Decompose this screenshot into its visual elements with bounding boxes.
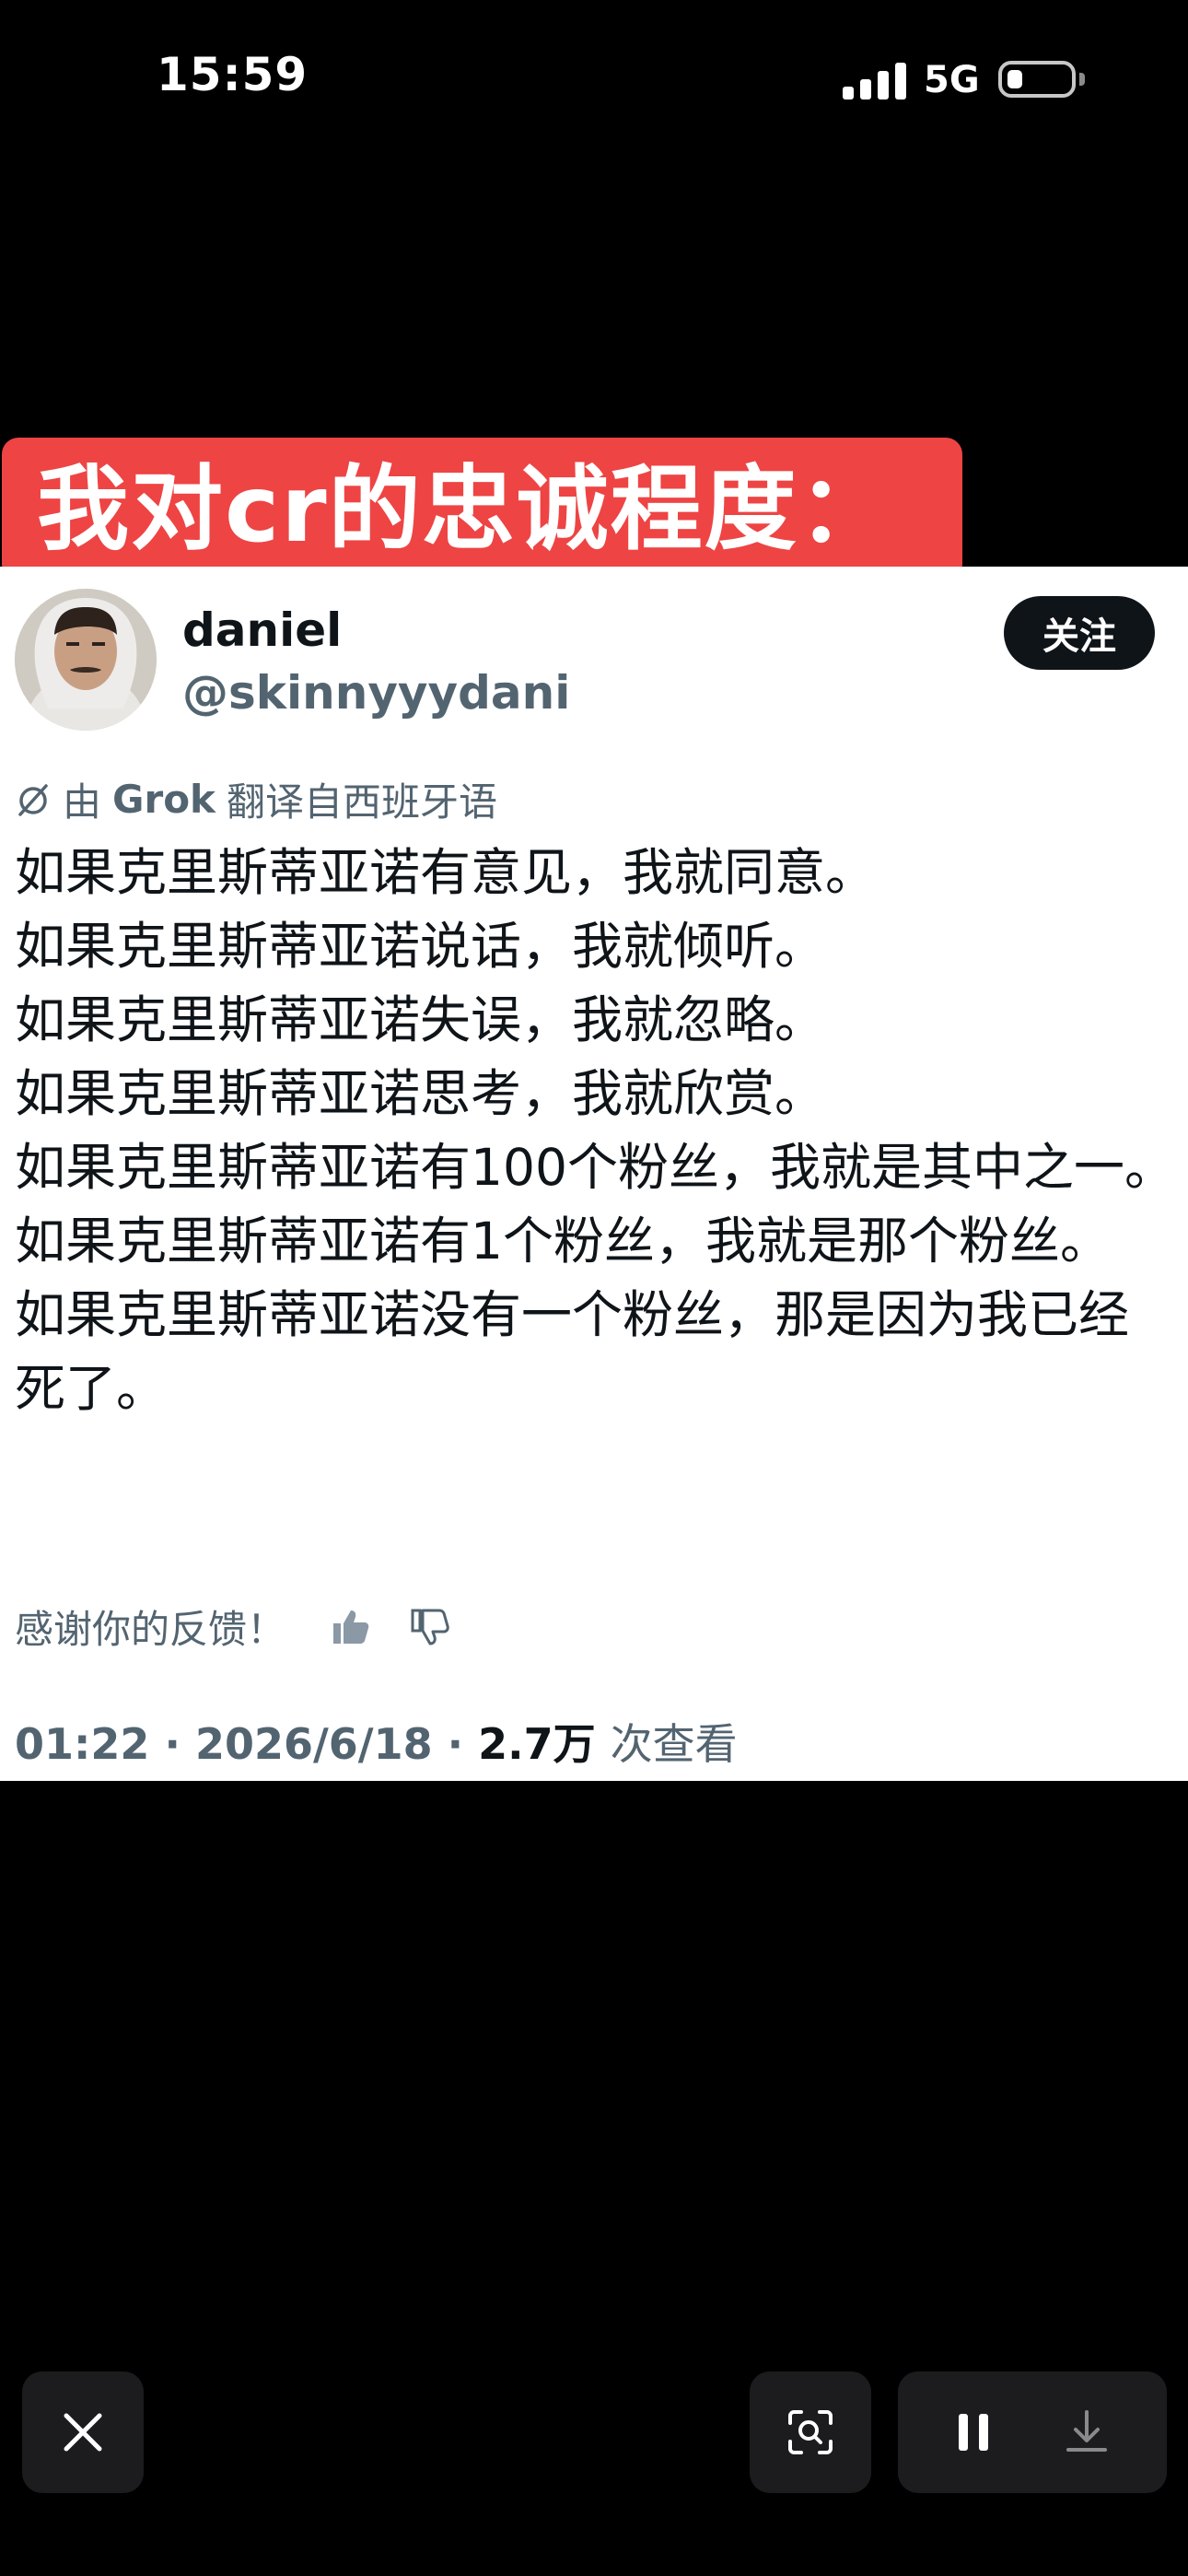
tweet-line: 如果克里斯蒂亚诺说话，我就倾听。 [15,917,826,976]
pause-icon[interactable] [955,2410,992,2454]
views-count: 2.7万 [478,1719,596,1769]
tweet-meta: 01:22 · 2026/6/18 · 2.7万 次查看 [15,1711,738,1772]
grok-icon [18,783,48,816]
tweet-line: 如果克里斯蒂亚诺有1个粉丝，我就是那个粉丝。 [15,1212,1111,1270]
status-time: 15:59 [157,48,309,101]
tweet-date[interactable]: 2026/6/18 [195,1719,433,1769]
tweet-line: 如果克里斯蒂亚诺思考，我就欣赏。 [15,1064,826,1123]
views-label: 次查看 [610,1719,738,1769]
user-handle[interactable]: @skinnyyydani [182,666,570,720]
display-name[interactable]: daniel [182,603,342,657]
caption-banner: 我对cr的忠诚程度： [2,438,962,580]
avatar-image [15,589,157,731]
translation-suffix: 翻译自西班牙语 [227,779,498,825]
image-search-button[interactable] [750,2371,871,2493]
tweet-card: daniel @skinnyyydani 关注 由 Grok 翻译自西班牙语 如… [0,567,1188,1781]
translation-note[interactable]: 由 Grok 翻译自西班牙语 [15,771,497,827]
playback-controls [898,2371,1167,2493]
close-button[interactable] [22,2371,144,2493]
avatar[interactable] [15,589,157,731]
caption-text: 我对cr的忠诚程度： [37,455,892,563]
tweet-line: 如果克里斯蒂亚诺有100个粉丝，我就是其中之一。 [15,1138,1175,1197]
translation-feedback: 感谢你的反馈！ [15,1598,451,1655]
image-search-icon [788,2410,833,2454]
signal-icon [843,61,906,100]
tweet-text: 如果克里斯蒂亚诺有意见，我就同意。 如果克里斯蒂亚诺说话，我就倾听。 如果克里斯… [15,836,1177,1425]
tweet-line: 如果克里斯蒂亚诺没有一个粉丝，那是因为我已经死了。 [15,1285,1130,1418]
feedback-label: 感谢你的反馈！ [15,1607,286,1652]
tweet-line: 如果克里斯蒂亚诺有意见，我就同意。 [15,843,877,902]
battery-icon [998,61,1076,98]
battery-tip [1079,73,1085,86]
translation-engine: Grok [112,777,215,822]
meta-separator: · [164,1719,195,1769]
follow-button[interactable]: 关注 [1004,596,1155,670]
tweet-line: 如果克里斯蒂亚诺失误，我就忽略。 [15,990,826,1049]
thumbs-up-icon[interactable] [328,1605,372,1649]
translation-prefix: 由 [63,779,102,825]
download-icon[interactable] [1064,2408,1110,2454]
thumbs-down-icon[interactable] [407,1605,451,1649]
status-bar: 15:59 5G [0,0,1188,166]
meta-separator: · [447,1719,479,1769]
close-icon [64,2413,102,2452]
network-type: 5G [924,59,980,101]
tweet-time[interactable]: 01:22 [15,1719,149,1769]
